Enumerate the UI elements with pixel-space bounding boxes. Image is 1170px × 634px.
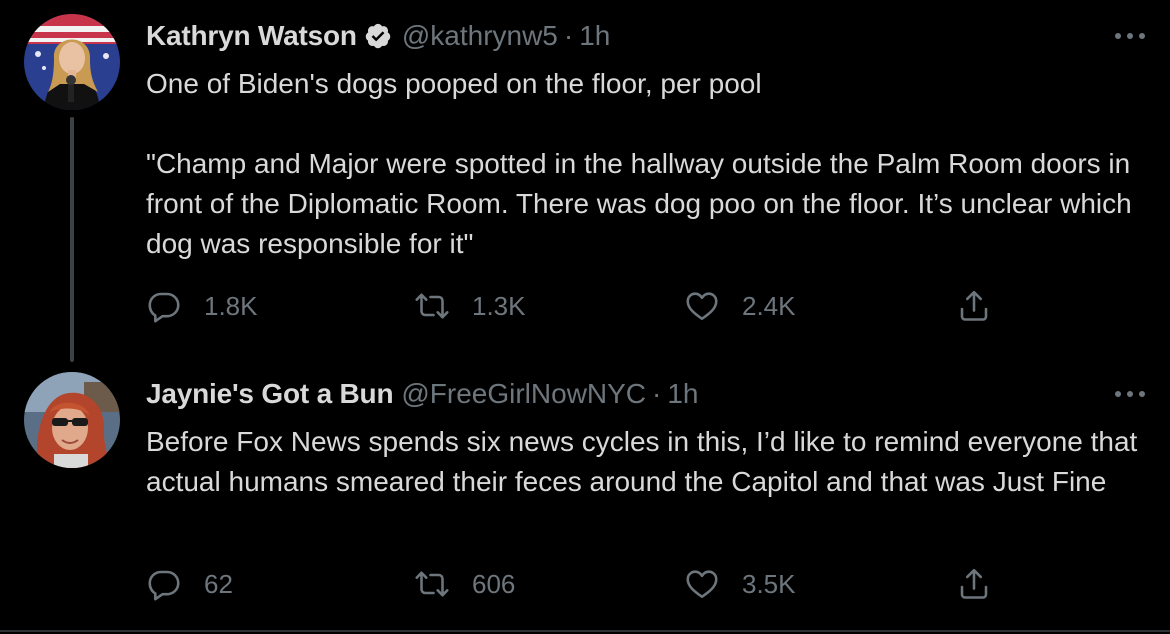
separator-dot: · <box>652 378 662 409</box>
avatar[interactable] <box>24 14 120 110</box>
reply-button[interactable]: 1.8K <box>146 286 258 326</box>
like-icon <box>686 292 718 321</box>
retweet-count: 1.3K <box>472 290 526 321</box>
like-button[interactable]: 2.4K <box>684 286 796 326</box>
display-name[interactable]: Jaynie's Got a Bun <box>146 378 394 410</box>
retweet-count: 606 <box>472 568 516 599</box>
tweet[interactable]: Jaynie's Got a Bun @FreeGirlNowNYC · 1h … <box>0 360 1170 632</box>
reply-count: 62 <box>204 568 233 599</box>
like-icon <box>686 570 718 599</box>
more-icon[interactable] <box>1110 382 1150 406</box>
tweet-text: Before Fox News spends six news cycles i… <box>146 422 1156 502</box>
share-icon <box>960 568 988 599</box>
retweet-icon <box>415 571 449 597</box>
avatar-image <box>24 14 120 110</box>
tweet-text-paragraph: Before Fox News spends six news cycles i… <box>146 426 1138 497</box>
separator-dot: · <box>563 20 574 51</box>
share-icon <box>960 290 988 321</box>
retweet-icon <box>415 293 449 319</box>
tweet-actions: 62 606 3.5K <box>146 564 1006 604</box>
timestamp[interactable]: 1h <box>667 378 698 410</box>
verified-badge-icon <box>365 23 391 49</box>
thread-connector-line <box>70 117 74 362</box>
handle[interactable]: @kathrynw5 <box>402 20 558 52</box>
tweet-divider <box>0 630 1170 632</box>
tweet-actions: 1.8K 1.3K 2.4K <box>146 286 1006 326</box>
reply-button[interactable]: 62 <box>146 564 233 604</box>
like-count: 3.5K <box>742 568 796 599</box>
tweet-header: Kathryn Watson @kathrynw5 · 1h <box>146 16 610 56</box>
reply-icon <box>148 570 180 601</box>
share-button[interactable] <box>956 564 992 604</box>
retweet-button[interactable]: 1.3K <box>414 286 526 326</box>
tweet-text-paragraph: One of Biden's dogs pooped on the floor,… <box>146 68 762 99</box>
like-button[interactable]: 3.5K <box>684 564 796 604</box>
tweet-text-paragraph: "Champ and Major were spotted in the hal… <box>146 148 1132 259</box>
avatar[interactable] <box>24 372 120 468</box>
tweet-thread: Kathryn Watson @kathrynw5 · 1h One of Bi… <box>0 0 1170 634</box>
reply-count: 1.8K <box>204 290 258 321</box>
tweet[interactable]: Kathryn Watson @kathrynw5 · 1h One of Bi… <box>0 0 1170 362</box>
display-name[interactable]: Kathryn Watson <box>146 20 357 52</box>
tweet-text: One of Biden's dogs pooped on the floor,… <box>146 64 1156 264</box>
share-button[interactable] <box>956 286 992 326</box>
tweet-header: Jaynie's Got a Bun @FreeGirlNowNYC · 1h <box>146 374 699 414</box>
reply-icon <box>148 292 180 323</box>
more-icon[interactable] <box>1110 24 1150 48</box>
avatar-image <box>24 372 120 468</box>
retweet-button[interactable]: 606 <box>414 564 515 604</box>
like-count: 2.4K <box>742 290 796 321</box>
timestamp[interactable]: 1h <box>579 20 610 52</box>
handle[interactable]: @FreeGirlNowNYC <box>401 378 646 410</box>
